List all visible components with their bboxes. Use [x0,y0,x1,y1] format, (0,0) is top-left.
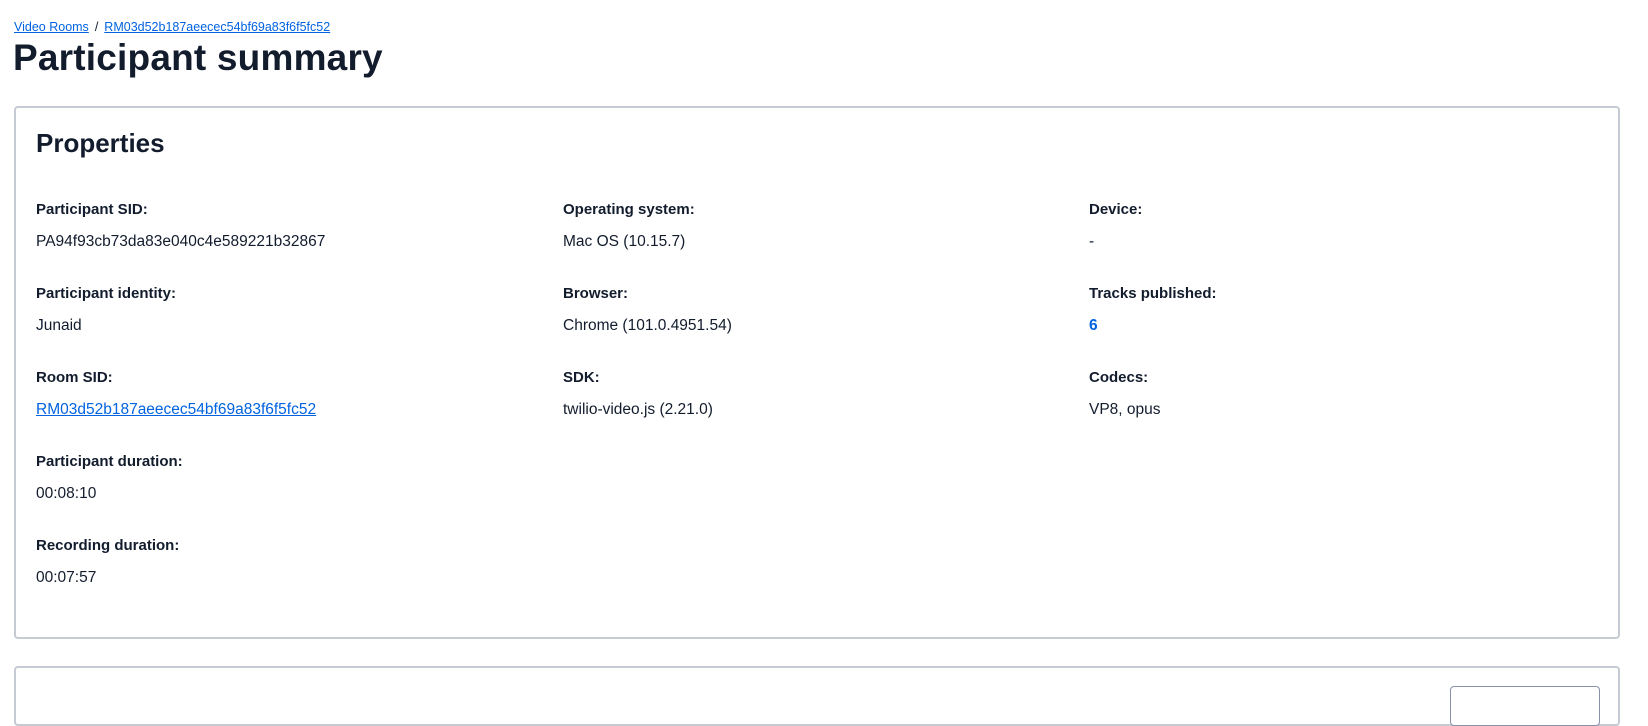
property-label: Participant SID: [36,201,148,218]
properties-column-media: Device: - Tracks published: 6 Codecs: VP… [1089,200,1569,452]
property-participant-duration: Participant duration: 00:08:10 [36,452,516,536]
property-tracks-published: Tracks published: 6 [1089,284,1569,368]
property-value: - [1089,233,1095,250]
property-label: Device: [1089,201,1143,218]
properties-column-client: Operating system: Mac OS (10.15.7) Brows… [563,200,1043,452]
breadcrumb-link-room[interactable]: RM03d52b187aeecec54bf69a83f6f5fc52 [104,20,330,34]
breadcrumb-link-video-rooms[interactable]: Video Rooms [14,20,89,34]
property-label: Browser: [563,285,629,302]
property-operating-system: Operating system: Mac OS (10.15.7) [563,200,1043,284]
property-label: Codecs: [1089,369,1149,386]
property-value: PA94f93cb73da83e040c4e589221b32867 [36,233,326,250]
property-participant-sid: Participant SID: PA94f93cb73da83e040c4e5… [36,200,516,284]
property-label: Participant identity: [36,285,177,302]
properties-title: Properties [36,128,165,158]
property-value: VP8, opus [1089,401,1161,418]
properties-card: Properties Participant SID: PA94f93cb73d… [14,106,1620,639]
breadcrumb-separator: / [94,20,99,34]
page-title: Participant summary [13,37,383,78]
secondary-card [14,666,1620,726]
property-participant-identity: Participant identity: Junaid [36,284,516,368]
property-value: 00:07:57 [36,569,97,586]
property-label: Participant duration: [36,453,183,470]
properties-column-participant: Participant SID: PA94f93cb73da83e040c4e5… [36,200,516,620]
property-codecs: Codecs: VP8, opus [1089,368,1569,452]
property-recording-duration: Recording duration: 00:07:57 [36,536,516,620]
room-sid-link[interactable]: RM03d52b187aeecec54bf69a83f6f5fc52 [36,401,316,418]
property-device: Device: - [1089,200,1569,284]
property-value: twilio-video.js (2.21.0) [563,401,713,418]
property-value: 00:08:10 [36,485,97,502]
property-value: RM03d52b187aeecec54bf69a83f6f5fc52 [36,400,516,420]
property-label: SDK: [563,369,600,386]
property-browser: Browser: Chrome (101.0.4951.54) [563,284,1043,368]
secondary-card-button[interactable] [1450,686,1600,726]
property-value: Chrome (101.0.4951.54) [563,317,732,334]
property-value: Junaid [36,317,82,334]
tracks-published-link[interactable]: 6 [1089,316,1569,336]
property-label: Tracks published: [1089,285,1217,302]
property-label: Operating system: [563,201,695,218]
property-label: Recording duration: [36,537,180,554]
property-value: Mac OS (10.15.7) [563,233,686,250]
property-label: Room SID: [36,369,113,386]
property-room-sid: Room SID: RM03d52b187aeecec54bf69a83f6f5… [36,368,516,452]
property-sdk: SDK: twilio-video.js (2.21.0) [563,368,1043,452]
